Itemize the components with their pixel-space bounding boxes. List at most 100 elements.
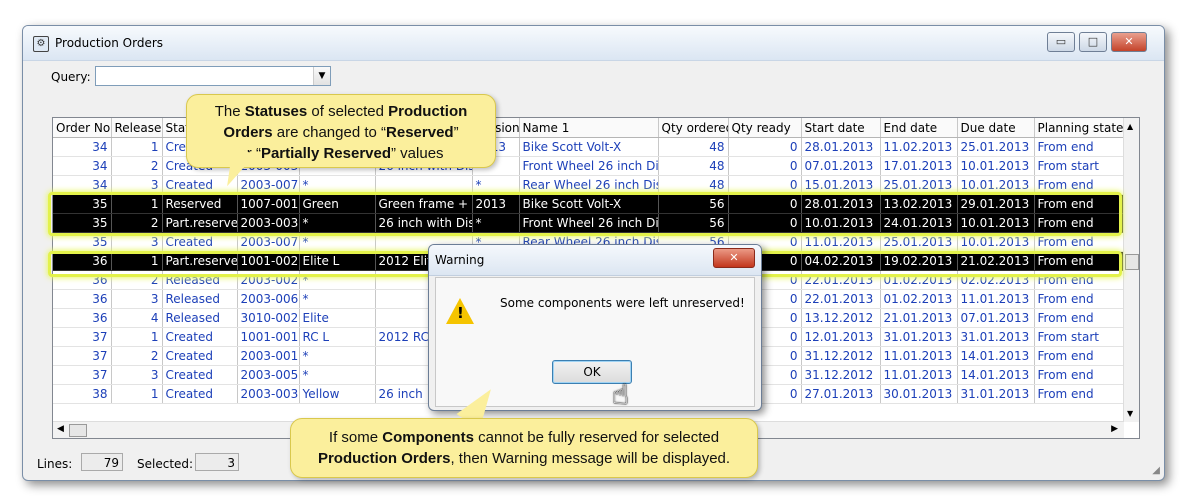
- cell-variant: *: [299, 175, 376, 195]
- column-header[interactable]: Name 1: [519, 118, 659, 138]
- cell-due: 14.01.2013: [957, 346, 1035, 366]
- cell-qty-ready: 0: [728, 175, 802, 195]
- cell-status: Created: [162, 384, 238, 404]
- cell-version: 2013: [472, 194, 520, 214]
- cell-order: 37: [53, 365, 112, 385]
- column-header[interactable]: Order No.: [53, 118, 112, 138]
- cell-qty-ready: 0: [728, 194, 802, 214]
- lines-count: 79: [81, 453, 123, 471]
- chevron-down-icon[interactable]: ▼: [313, 67, 330, 85]
- scroll-up-icon[interactable]: ▲: [1127, 122, 1133, 131]
- cell-due: 31.01.2013: [957, 384, 1035, 404]
- cell-name: Front Wheel 26 inch Disk: [519, 213, 659, 233]
- cell-release: 3: [111, 175, 163, 195]
- cell-variant: *: [299, 213, 376, 233]
- cell-status: Reserved: [162, 194, 238, 214]
- cell-qty-ordered: 56: [658, 213, 729, 233]
- scroll-thumb[interactable]: [1125, 254, 1139, 270]
- cell-due: 10.01.2013: [957, 156, 1035, 176]
- cell-start: 11.01.2013: [801, 232, 881, 252]
- cell-plan: From end: [1034, 194, 1124, 214]
- dialog-close-button[interactable]: ✕: [713, 248, 755, 268]
- selected-count: 3: [195, 453, 239, 471]
- cell-start: 04.02.2013: [801, 251, 881, 271]
- cell-item: 2003-003: [237, 213, 300, 233]
- cell-item: 3010-002: [237, 308, 300, 328]
- cell-end: 25.01.2013: [880, 175, 958, 195]
- minimize-button[interactable]: ▭: [1047, 32, 1075, 52]
- cell-item: 1007-001: [237, 194, 300, 214]
- cell-plan: From end: [1034, 384, 1124, 404]
- cell-qty-ordered: 48: [658, 175, 729, 195]
- window-title: Production Orders: [55, 36, 164, 50]
- query-select[interactable]: ▼: [95, 66, 331, 86]
- column-header[interactable]: Planning state: [1034, 118, 1124, 138]
- title-bar[interactable]: ⚙ Production Orders ▭ □ ✕: [23, 26, 1164, 61]
- resize-grip-icon[interactable]: ◢: [1152, 465, 1160, 476]
- cell-start: 10.01.2013: [801, 213, 881, 233]
- scroll-left-icon[interactable]: ◀: [57, 424, 64, 434]
- cell-order: 36: [53, 289, 112, 309]
- cell-item: 2003-007: [237, 232, 300, 252]
- cell-variant: Yellow: [299, 384, 376, 404]
- cell-name: Bike Scott Volt-X: [519, 137, 659, 157]
- cell-end: 11.02.2013: [880, 137, 958, 157]
- cell-order: 35: [53, 213, 112, 233]
- cell-end: 13.02.2013: [880, 194, 958, 214]
- query-label: Query:: [51, 70, 91, 84]
- cell-plan: From end: [1034, 175, 1124, 195]
- warning-icon: !: [446, 298, 474, 324]
- cell-order: 35: [53, 232, 112, 252]
- maximize-button[interactable]: □: [1079, 32, 1107, 52]
- column-header[interactable]: End date: [880, 118, 958, 138]
- cell-plan: From end: [1034, 270, 1124, 290]
- table-row[interactable]: 352Part.reserved2003-003*26 inch with Di…: [53, 213, 1124, 233]
- cell-start: 15.01.2013: [801, 175, 881, 195]
- cell-qty-ready: 0: [728, 156, 802, 176]
- cell-plan: From end: [1034, 137, 1124, 157]
- cell-item: 2003-006: [237, 289, 300, 309]
- table-row[interactable]: 34 3 Created 2003-007 * * Rear Wheel 26 inch D…: [53, 175, 1124, 195]
- cell-end: 01.02.2013: [880, 289, 958, 309]
- cell-end: 11.01.2013: [880, 346, 958, 366]
- cell-variant: *: [299, 270, 376, 290]
- cell-release: 2: [111, 156, 163, 176]
- cell-item: 1001-001: [237, 327, 300, 347]
- dialog-title-bar[interactable]: Warning ✕: [429, 245, 761, 276]
- cell-end: 24.01.2013: [880, 213, 958, 233]
- cell-start: 28.01.2013: [801, 137, 881, 157]
- cell-order: 36: [53, 251, 112, 271]
- cell-variant: *: [299, 232, 376, 252]
- column-header[interactable]: Release: [111, 118, 163, 138]
- cell-release: 1: [111, 327, 163, 347]
- cell-due: 10.01.2013: [957, 213, 1035, 233]
- cell-due: 29.01.2013: [957, 194, 1035, 214]
- cell-order: 36: [53, 270, 112, 290]
- cell-descr: [375, 175, 473, 195]
- cell-due: 02.02.2013: [957, 270, 1035, 290]
- cell-start: 27.01.2013: [801, 384, 881, 404]
- cell-order: 34: [53, 156, 112, 176]
- scroll-right-icon[interactable]: ▶: [1111, 424, 1118, 434]
- cell-release: 1: [111, 384, 163, 404]
- cell-plan: From start: [1034, 156, 1124, 176]
- vertical-scrollbar[interactable]: ▲ ▼: [1123, 118, 1139, 422]
- column-header[interactable]: Due date: [957, 118, 1035, 138]
- cell-order: 34: [53, 137, 112, 157]
- cell-order: 37: [53, 327, 112, 347]
- cell-start: 12.01.2013: [801, 327, 881, 347]
- cell-end: 25.01.2013: [880, 232, 958, 252]
- cell-due: 10.01.2013: [957, 175, 1035, 195]
- column-header[interactable]: Qty ready: [728, 118, 802, 138]
- column-header[interactable]: Start date: [801, 118, 881, 138]
- close-button[interactable]: ✕: [1111, 32, 1147, 52]
- column-header[interactable]: Qty ordered: [658, 118, 729, 138]
- cell-plan: From end: [1034, 308, 1124, 328]
- table-row[interactable]: 351Reserved1007-001GreenGreen frame + Gr…: [53, 194, 1124, 214]
- cell-name: Rear Wheel 26 inch Disc I: [519, 175, 659, 195]
- scroll-down-icon[interactable]: ▼: [1127, 409, 1133, 418]
- scroll-thumb-horizontal[interactable]: [69, 424, 87, 437]
- cell-status: Released: [162, 289, 238, 309]
- hand-cursor-icon: ☝: [612, 378, 630, 411]
- cell-end: 31.01.2013: [880, 327, 958, 347]
